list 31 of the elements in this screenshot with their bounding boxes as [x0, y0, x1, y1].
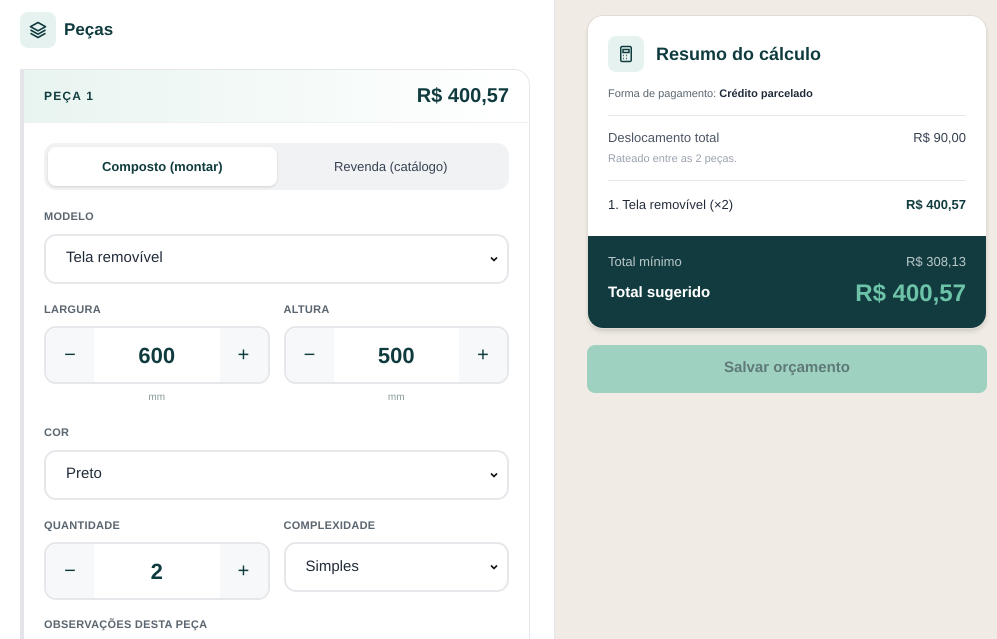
summary-title: Resumo do cálculo	[656, 42, 822, 66]
field-label: OBSERVAÇÕES DESTA PEÇA	[44, 617, 208, 633]
minimum-total-label: Total mínimo	[608, 253, 682, 271]
calculator-icon	[608, 36, 644, 72]
field-label: COMPLEXIDADE	[284, 518, 376, 534]
piece-label: PEÇA 1	[44, 88, 94, 105]
unit-label: mm	[148, 391, 166, 405]
item-value: R$ 400,57	[906, 196, 966, 214]
travel-value: R$ 90,00	[913, 128, 966, 146]
layers-icon	[20, 12, 56, 48]
field-label: ALTURA	[284, 302, 331, 318]
mode-tab[interactable]: Composto (montar)	[48, 147, 276, 186]
minimum-total-value: R$ 308,13	[906, 253, 966, 271]
item-label: 1. Tela removível (×2)	[608, 196, 734, 214]
field-label: QUANTIDADE	[44, 518, 122, 534]
travel-label: Deslocamento total	[608, 128, 720, 146]
field-label: LARGURA	[44, 302, 102, 318]
travel-note: Rateado entre as 2 peças.	[608, 151, 966, 180]
suggested-total-label: Total sugerido	[608, 283, 710, 304]
piece-price: R$ 400,57	[416, 84, 509, 109]
chevron-icon	[489, 562, 499, 572]
field-label: COR	[44, 426, 70, 441]
select-field[interactable]: Simples	[284, 542, 509, 592]
select-field[interactable]: Tela removível	[44, 234, 509, 284]
select-field[interactable]: Preto	[44, 450, 509, 500]
section-title: Peças	[64, 19, 114, 42]
mode-tab[interactable]: Revenda (catálogo)	[276, 147, 505, 186]
suggested-total-value: R$ 400,57	[855, 278, 966, 308]
field-label: MODELO	[44, 210, 95, 225]
payment-method: Forma de pagamento: Crédito parcelado	[608, 86, 966, 116]
unit-label: mm	[388, 391, 405, 405]
